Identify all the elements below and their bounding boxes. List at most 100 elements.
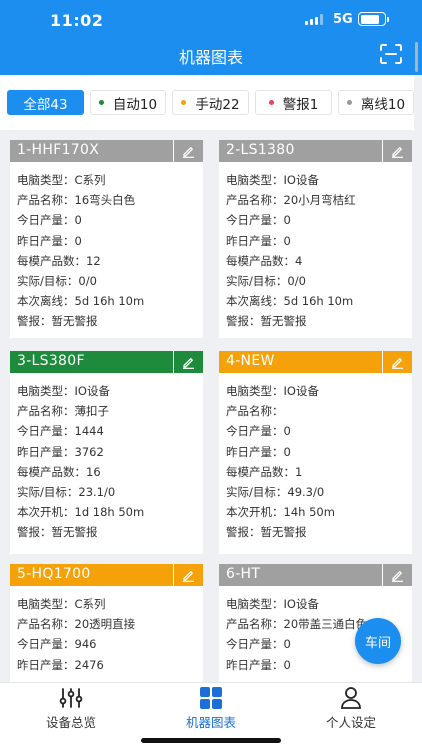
row-key: 本次开机： [17, 505, 75, 520]
filter-offline[interactable]: 离线10 [338, 90, 414, 115]
filter-manual[interactable]: 手动22 [172, 90, 249, 115]
machine-card-2[interactable]: 2-LS1380 电脑类型：IO设备产品名称：20小月弯桔红 今日产量：0 昨日产量：… [219, 140, 412, 338]
machine-card-4[interactable]: 4-NEW 电脑类型：IO设备 产品名称： 今日产量：0 昨日产量：0 每模产品数：1 实际… [219, 351, 412, 554]
row-key: 实际/目标： [226, 484, 288, 499]
card-row: 每模产品数：1 [226, 462, 335, 482]
card-row: 电脑类型：C系列 [17, 170, 144, 190]
row-value: 20透明直接 [74, 617, 136, 632]
machine-card-3[interactable]: 3-LS380F 电脑类型：IO设备产品名称：薄扣子今日产量：1444 昨日产量：3… [10, 351, 203, 554]
edit-button[interactable] [173, 564, 203, 586]
network-type: 5G [333, 12, 353, 27]
row-value: 0 [283, 637, 291, 652]
home-indicator [141, 738, 281, 743]
filter-alarm-label: 警报1 [282, 96, 319, 113]
card-row: 今日产量：0 [226, 210, 356, 230]
sliders-icon [59, 688, 83, 708]
edit-icon [392, 570, 403, 582]
card-row: 实际/目标：0/0 [226, 271, 356, 291]
card-details: 电脑类型：C系列 产品名称：20透明直接 今日产量：946 昨日产量：2476 [17, 594, 135, 675]
status-bar: 11:02 5G [0, 0, 422, 40]
row-value: 23.1/0 [78, 484, 116, 499]
row-value: 0 [283, 657, 291, 672]
row-key: 电脑类型： [17, 384, 75, 398]
card-row: 昨日产量：2476 [17, 655, 135, 675]
row-value: 暂无警报 [260, 525, 307, 540]
card-row: 昨日产量：0 [226, 655, 367, 675]
row-value: 0/0 [287, 273, 306, 288]
filter-alarm[interactable]: 警报1 [255, 90, 332, 115]
row-value: 946 [74, 637, 97, 652]
row-value: 49.3/0 [287, 484, 325, 499]
filter-manual-label: 手动22 [195, 96, 240, 113]
row-key: 警报： [17, 525, 52, 540]
card-row: 产品名称：20透明直接 [17, 614, 135, 634]
row-key: 电脑类型： [226, 173, 284, 187]
machine-card-1[interactable]: 1-HHF170X 电脑类型：C系列 产品名称：16弯头白色 今日产量：0 昨日产量：0… [10, 140, 203, 338]
edit-button[interactable] [173, 140, 203, 162]
card-header: 6-HT [219, 564, 412, 586]
row-key: 昨日产量： [226, 444, 284, 459]
edit-button[interactable] [382, 351, 412, 373]
row-key: 今日产量： [226, 213, 284, 228]
signal-icon [305, 14, 323, 25]
tab-machine-chart[interactable]: 机器图表 [161, 687, 261, 730]
edit-button[interactable] [382, 140, 412, 162]
row-value: 14h 50m [283, 505, 335, 520]
row-key: 本次离线： [17, 294, 75, 309]
status-time: 11:02 [50, 11, 104, 30]
filter-offline-label: 离线10 [360, 96, 406, 113]
row-key: 今日产量： [226, 637, 284, 652]
filter-all[interactable]: 全部43 [7, 90, 84, 115]
battery-icon [358, 12, 389, 26]
workshop-button[interactable]: 车间 [355, 618, 401, 664]
tab-device-overview[interactable]: 设备总览 [21, 687, 121, 730]
card-row: 电脑类型：IO设备 [17, 381, 144, 401]
card-row: 产品名称：20小月弯桔红 [226, 190, 356, 210]
card-row: 昨日产量：0 [226, 231, 356, 251]
card-row: 实际/目标：0/0 [17, 271, 144, 291]
row-key: 今日产量： [17, 213, 75, 228]
row-value: IO设备 [283, 173, 319, 187]
row-key: 每模产品数： [17, 464, 86, 479]
row-key: 产品名称： [226, 617, 284, 632]
row-key: 本次开机： [226, 505, 284, 520]
row-value: 20小月弯桔红 [283, 193, 356, 208]
filter-auto-label: 自动10 [112, 96, 158, 113]
card-row: 今日产量：0 [226, 421, 335, 441]
row-value: 1d 18h 50m [74, 505, 145, 520]
row-key: 警报： [17, 314, 52, 329]
card-row: 每模产品数：16 [17, 462, 144, 482]
scan-icon[interactable] [380, 44, 402, 64]
machine-card-5[interactable]: 5-HQ1700 电脑类型：C系列 产品名称：20透明直接 今日产量：946 昨日产量：… [10, 564, 203, 682]
row-key: 昨日产量： [226, 657, 284, 672]
status-dot-icon [181, 100, 187, 105]
row-value: IO设备 [283, 384, 319, 398]
row-key: 昨日产量： [17, 444, 75, 459]
row-key: 产品名称： [17, 404, 75, 419]
card-row: 实际/目标：49.3/0 [226, 482, 335, 502]
card-row: 产品名称： [226, 401, 335, 421]
scrollbar-thumb[interactable] [415, 42, 418, 72]
row-value: 4 [295, 253, 303, 268]
row-value: 12 [86, 253, 101, 268]
card-header: 2-LS1380 [219, 140, 412, 162]
card-row: 警报：暂无警报 [17, 522, 144, 542]
edit-button[interactable] [382, 564, 412, 586]
tab-personal-settings[interactable]: 个人设定 [301, 687, 401, 730]
row-key: 电脑类型： [226, 384, 284, 398]
card-row: 产品名称：20带盖三通白色 [226, 614, 367, 634]
row-value: 5d 16h 10m [74, 294, 145, 309]
row-key: 实际/目标： [226, 273, 288, 288]
edit-button[interactable] [173, 351, 203, 373]
row-value: 3762 [74, 444, 104, 459]
card-row: 今日产量：1444 [17, 421, 144, 441]
row-value: IO设备 [283, 597, 319, 611]
filter-auto[interactable]: 自动10 [90, 90, 166, 115]
row-value: 薄扣子 [74, 404, 110, 419]
card-row: 警报：暂无警报 [17, 311, 144, 331]
card-details: 电脑类型：IO设备 产品名称：20带盖三通白色 今日产量：0 昨日产量：0 [226, 594, 367, 675]
row-key: 产品名称： [17, 617, 75, 632]
machine-name: 5-HQ1700 [17, 566, 91, 582]
card-header: 3-LS380F [10, 351, 203, 373]
row-key: 今日产量： [226, 424, 284, 439]
